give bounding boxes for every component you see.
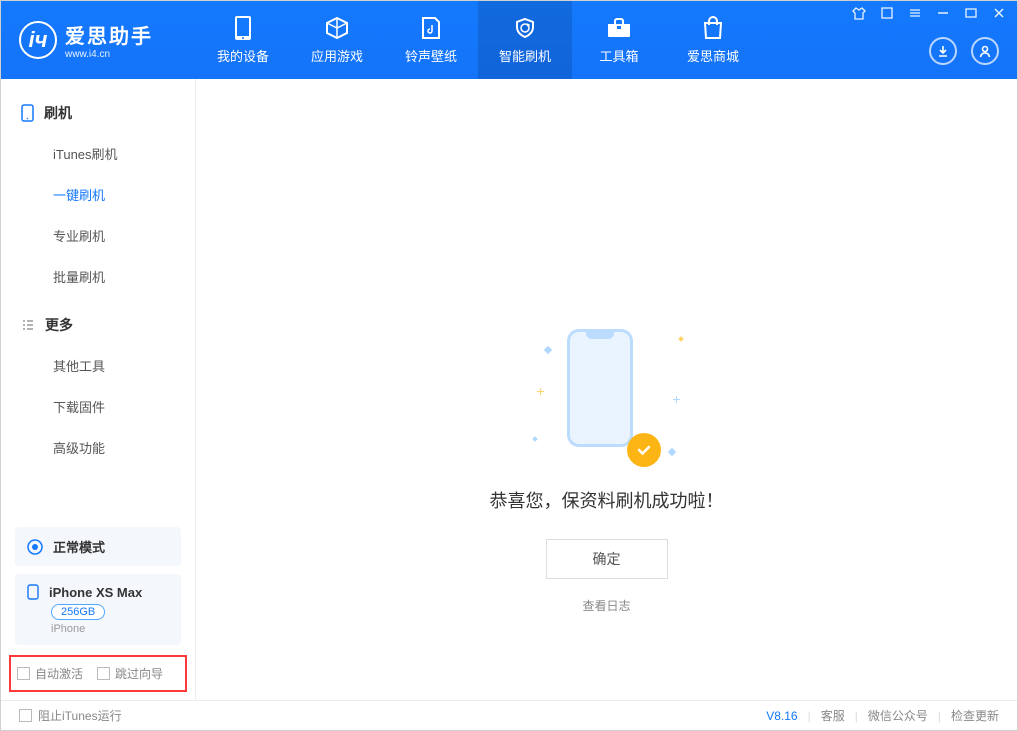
toolbox-icon bbox=[606, 15, 632, 41]
success-area: + + 恭喜您，保资料刷机成功啦！ 确定 查看日志 bbox=[490, 329, 724, 614]
shopping-bag-icon bbox=[700, 15, 726, 41]
sidebar-group-header-flash[interactable]: 刷机 bbox=[1, 93, 195, 133]
logo-area: iч 爱思助手 www.i4.cn bbox=[1, 1, 196, 79]
tab-store[interactable]: 爱思商城 bbox=[666, 1, 760, 79]
download-icon[interactable] bbox=[929, 37, 957, 65]
checkbox-label: 跳过向导 bbox=[115, 665, 163, 682]
checkbox-icon bbox=[17, 667, 30, 680]
footer-left: 阻止iTunes运行 bbox=[19, 707, 122, 724]
success-check-icon bbox=[627, 433, 661, 467]
list-icon bbox=[21, 318, 35, 332]
version-label: V8.16 bbox=[766, 709, 797, 723]
logo-text: 爱思助手 www.i4.cn bbox=[65, 20, 153, 60]
phone-body-icon bbox=[567, 329, 633, 447]
sparkle-icon bbox=[667, 448, 675, 456]
sidebar: 刷机 iTunes刷机 一键刷机 专业刷机 批量刷机 更多 其他工具 下载固件 … bbox=[1, 79, 196, 700]
plus-icon: + bbox=[672, 391, 680, 407]
close-icon[interactable] bbox=[991, 5, 1007, 21]
phone-small-icon bbox=[27, 584, 39, 600]
confirm-button[interactable]: 确定 bbox=[546, 539, 668, 579]
phone-notch bbox=[586, 329, 614, 339]
phone-outline-icon bbox=[21, 104, 34, 122]
plus-icon: + bbox=[537, 383, 545, 399]
tab-label: 智能刷机 bbox=[499, 46, 551, 65]
shirt-icon[interactable] bbox=[851, 5, 867, 21]
bottom-checkbox-area: 自动激活 跳过向导 bbox=[9, 655, 187, 692]
app-header: iч 爱思助手 www.i4.cn 我的设备 应用游戏 铃声壁纸 bbox=[1, 1, 1017, 79]
phone-illustration: + + bbox=[567, 329, 647, 459]
sidebar-scroll: 刷机 iTunes刷机 一键刷机 专业刷机 批量刷机 更多 其他工具 下载固件 … bbox=[1, 79, 195, 527]
separator: | bbox=[855, 709, 858, 723]
music-file-icon bbox=[418, 15, 444, 41]
mode-label: 正常模式 bbox=[53, 537, 105, 556]
sidebar-item-pro[interactable]: 专业刷机 bbox=[1, 215, 195, 256]
tab-label: 工具箱 bbox=[599, 46, 638, 65]
sidebar-item-batch[interactable]: 批量刷机 bbox=[1, 256, 195, 297]
support-link[interactable]: 客服 bbox=[821, 707, 845, 724]
wechat-link[interactable]: 微信公众号 bbox=[868, 707, 928, 724]
tab-my-device[interactable]: 我的设备 bbox=[196, 1, 290, 79]
device-type: iPhone bbox=[51, 623, 169, 635]
tab-label: 我的设备 bbox=[217, 46, 269, 65]
nav-tabs: 我的设备 应用游戏 铃声壁纸 智能刷机 工具箱 bbox=[196, 1, 760, 79]
menu-icon[interactable] bbox=[907, 5, 923, 21]
separator: | bbox=[808, 709, 811, 723]
sidebar-group-more: 更多 其他工具 下载固件 高级功能 bbox=[1, 305, 195, 468]
user-icon[interactable] bbox=[971, 37, 999, 65]
window-controls bbox=[851, 5, 1007, 21]
checkbox-icon bbox=[97, 667, 110, 680]
sparkle-icon bbox=[678, 336, 684, 342]
footer-right: V8.16 | 客服 | 微信公众号 | 检查更新 bbox=[766, 707, 999, 724]
group-label: 刷机 bbox=[44, 103, 72, 123]
maximize-icon[interactable] bbox=[963, 5, 979, 21]
tab-label: 爱思商城 bbox=[687, 46, 739, 65]
device-status-area: 正常模式 iPhone XS Max 256GB iPhone bbox=[1, 527, 195, 645]
block-itunes-label[interactable]: 阻止iTunes运行 bbox=[38, 707, 122, 724]
footer: 阻止iTunes运行 V8.16 | 客服 | 微信公众号 | 检查更新 bbox=[1, 700, 1017, 730]
sidebar-item-oneclick[interactable]: 一键刷机 bbox=[1, 174, 195, 215]
separator: | bbox=[938, 709, 941, 723]
group-label: 更多 bbox=[45, 315, 73, 335]
sidebar-group-flash: 刷机 iTunes刷机 一键刷机 专业刷机 批量刷机 bbox=[1, 93, 195, 297]
refresh-shield-icon bbox=[512, 15, 538, 41]
checkbox-icon[interactable] bbox=[19, 709, 32, 722]
window-icon[interactable] bbox=[879, 5, 895, 21]
sparkle-icon bbox=[543, 346, 551, 354]
status-dot-icon bbox=[27, 539, 43, 555]
sidebar-item-other[interactable]: 其他工具 bbox=[1, 345, 195, 386]
checkbox-label: 自动激活 bbox=[35, 665, 83, 682]
tab-ringtone[interactable]: 铃声壁纸 bbox=[384, 1, 478, 79]
minimize-icon[interactable] bbox=[935, 5, 951, 21]
sidebar-item-itunes[interactable]: iTunes刷机 bbox=[1, 133, 195, 174]
header-right-icons bbox=[929, 37, 999, 65]
tab-apps[interactable]: 应用游戏 bbox=[290, 1, 384, 79]
app-name: 爱思助手 bbox=[65, 20, 153, 49]
tab-smart-flash[interactable]: 智能刷机 bbox=[478, 1, 572, 79]
phone-icon bbox=[230, 15, 256, 41]
cube-icon bbox=[324, 15, 350, 41]
body-area: 刷机 iTunes刷机 一键刷机 专业刷机 批量刷机 更多 其他工具 下载固件 … bbox=[1, 79, 1017, 700]
sparkle-icon bbox=[532, 436, 538, 442]
device-name-row: iPhone XS Max bbox=[27, 584, 169, 600]
tab-label: 铃声壁纸 bbox=[405, 46, 457, 65]
update-link[interactable]: 检查更新 bbox=[951, 707, 999, 724]
storage-badge: 256GB bbox=[51, 604, 105, 620]
sidebar-item-advanced[interactable]: 高级功能 bbox=[1, 427, 195, 468]
app-logo-icon: iч bbox=[19, 21, 57, 59]
tab-toolbox[interactable]: 工具箱 bbox=[572, 1, 666, 79]
device-info-box[interactable]: iPhone XS Max 256GB iPhone bbox=[15, 574, 181, 645]
view-log-link[interactable]: 查看日志 bbox=[582, 597, 630, 614]
device-name: iPhone XS Max bbox=[49, 585, 142, 600]
device-mode-box[interactable]: 正常模式 bbox=[15, 527, 181, 566]
sidebar-item-firmware[interactable]: 下载固件 bbox=[1, 386, 195, 427]
check-skip-wizard[interactable]: 跳过向导 bbox=[97, 665, 163, 682]
content-area: + + 恭喜您，保资料刷机成功啦！ 确定 查看日志 bbox=[196, 79, 1017, 700]
app-url: www.i4.cn bbox=[65, 49, 153, 60]
tab-label: 应用游戏 bbox=[311, 46, 363, 65]
check-auto-activate[interactable]: 自动激活 bbox=[17, 665, 83, 682]
sidebar-group-header-more[interactable]: 更多 bbox=[1, 305, 195, 345]
success-title: 恭喜您，保资料刷机成功啦！ bbox=[490, 487, 724, 513]
